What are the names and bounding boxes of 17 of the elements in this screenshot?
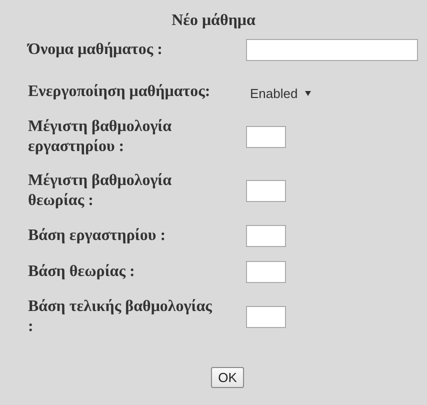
- input-field[interactable]: [246, 225, 286, 247]
- ok-button[interactable]: OK: [211, 367, 244, 388]
- field-label: Όνομα μαθήματος :: [28, 40, 164, 60]
- input-field[interactable]: [246, 180, 286, 202]
- caret-icon: [304, 90, 311, 96]
- field-label: Βάση τελικής βαθμολογίας :: [28, 297, 213, 337]
- field-label: Ενεργοποίηση μαθήματος:: [28, 82, 212, 102]
- select-dropdown[interactable]: Enabled: [246, 84, 314, 100]
- form-title: Νέο μάθημα: [170, 11, 256, 31]
- field-label: Μέγιστη βαθμολογία θεωρίας :: [28, 171, 173, 211]
- field-label: Βάση θεωρίας :: [28, 262, 136, 282]
- input-field[interactable]: [246, 126, 286, 148]
- field-label: Μέγιστη βαθμολογία εργαστηρίου :: [28, 117, 173, 157]
- input-field[interactable]: [246, 261, 286, 283]
- field-label: Βάση εργαστηρίου :: [28, 226, 167, 246]
- input-field[interactable]: [246, 39, 418, 61]
- input-field[interactable]: [246, 306, 286, 328]
